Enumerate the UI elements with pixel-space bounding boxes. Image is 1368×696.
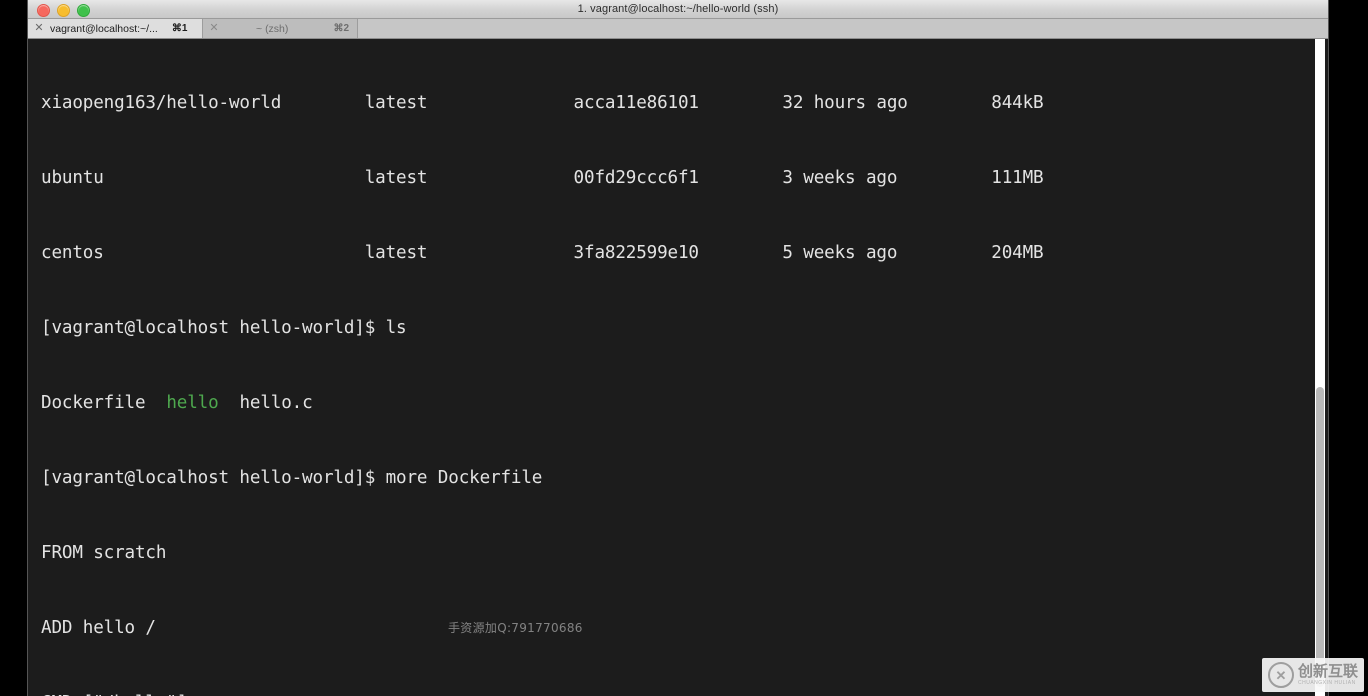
tab-label: ~ (zsh) (256, 22, 289, 35)
tab-zsh[interactable]: ✕ ~ (zsh) ⌘2 (203, 19, 358, 38)
maximize-button[interactable] (77, 4, 90, 17)
terminal-line: centos latest 3fa822599e10 5 weeks ago 2… (41, 243, 1044, 263)
tab-close-icon[interactable]: ✕ (34, 23, 44, 34)
close-button[interactable] (37, 4, 50, 17)
ls-file-hello-c: hello.c (239, 393, 313, 413)
terminal-window: 1. vagrant@localhost:~/hello-world (ssh)… (28, 0, 1328, 696)
tab-close-icon[interactable]: ✕ (209, 23, 219, 34)
minimize-button[interactable] (57, 4, 70, 17)
terminal-line: FROM scratch (41, 543, 167, 563)
terminal-line: ubuntu latest 00fd29ccc6f1 3 weeks ago 1… (41, 168, 1044, 188)
vertical-scrollbar-thumb[interactable] (1316, 387, 1324, 687)
terminal-line: ADD hello / (41, 618, 156, 638)
tab-vagrant-ssh[interactable]: ✕ vagrant@localhost:~/... ⌘1 (28, 19, 203, 38)
window-title: 1. vagrant@localhost:~/hello-world (ssh) (577, 3, 779, 15)
terminal-line: xiaopeng163/hello-world latest acca11e86… (41, 93, 1044, 113)
tab-bar: ✕ vagrant@localhost:~/... ⌘1 ✕ ~ (zsh) ⌘… (28, 19, 1328, 39)
terminal-body[interactable]: xiaopeng163/hello-world latest acca11e86… (28, 39, 1328, 696)
tab-shortcut: ⌘2 (333, 23, 349, 34)
screen: 1. vagrant@localhost:~/hello-world (ssh)… (0, 0, 1368, 696)
tab-shortcut: ⌘1 (171, 23, 188, 34)
terminal-line: [vagrant@localhost hello-world]$ more Do… (41, 468, 543, 488)
terminal-line: [vagrant@localhost hello-world]$ ls (41, 318, 407, 338)
terminal-line: CMD ["/hello"] (41, 691, 1328, 696)
ls-file-hello-executable: hello (166, 393, 219, 413)
tab-label: vagrant@localhost:~/... (50, 22, 158, 35)
terminal-line-ls-output: Dockerfile hello hello.c (41, 391, 1328, 416)
terminal-output: xiaopeng163/hello-world latest acca11e86… (41, 41, 1328, 696)
traffic-lights (37, 4, 90, 17)
tab-bar-filler (358, 19, 1328, 38)
window-titlebar[interactable]: 1. vagrant@localhost:~/hello-world (ssh) (28, 0, 1328, 19)
ls-file-dockerfile: Dockerfile (41, 393, 146, 413)
